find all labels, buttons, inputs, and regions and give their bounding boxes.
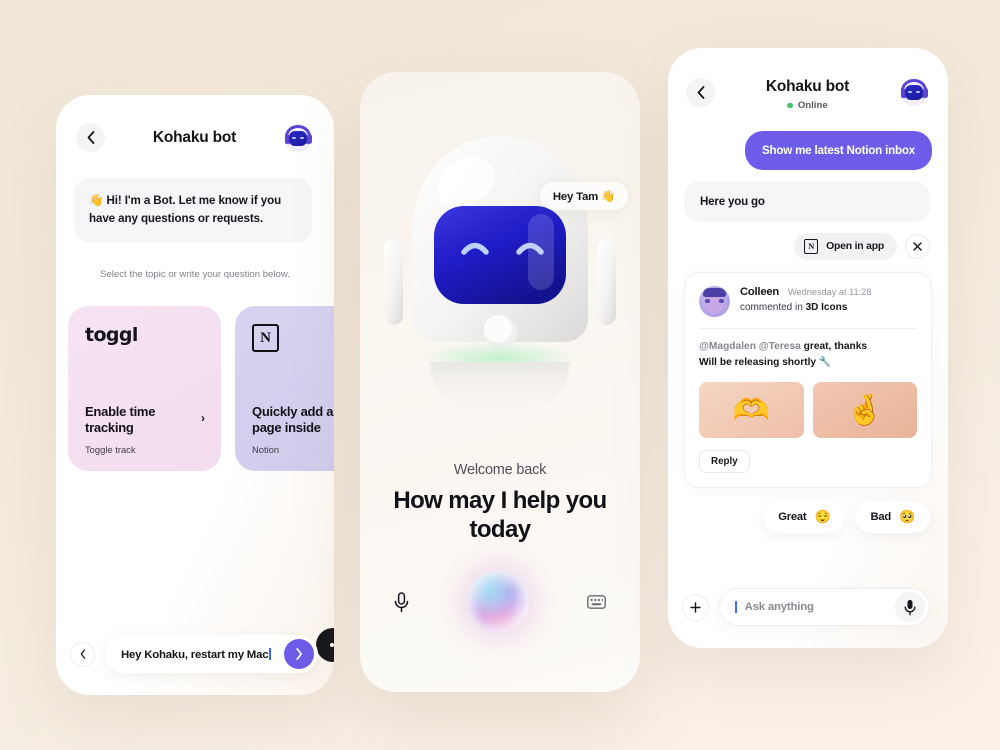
reaction-label: Great — [778, 510, 807, 523]
topic-card-notion[interactable]: N Quickly add a page inside Notion — [235, 306, 334, 472]
notion-logo: N — [252, 324, 279, 353]
composer-right: Ask anything — [668, 588, 948, 626]
3d-hands-heart-icon: 🫶 — [732, 393, 770, 427]
chevron-left-icon — [80, 649, 85, 659]
back-button[interactable] — [76, 123, 105, 152]
user-avatar-colleen — [699, 286, 730, 317]
notion-logo: N — [804, 239, 819, 254]
comment-attachments: 🫶 🤞 — [699, 381, 917, 438]
comment-body: @Magdalen @Teresa great, thanks Will be … — [699, 339, 917, 371]
comment-text-line2: Will be releasing shortly 🔧 — [699, 356, 832, 368]
bot-avatar-icon[interactable] — [900, 78, 928, 106]
back-button[interactable] — [686, 78, 715, 107]
microphone-button[interactable] — [895, 592, 925, 622]
phone-screen-right: Kohaku bot Online Show me latest Notion … — [668, 48, 948, 648]
welcome-block: Welcome back How may I help you today — [360, 462, 640, 545]
voice-orb-icon[interactable] — [467, 571, 529, 633]
welcome-title: How may I help you today — [393, 487, 607, 544]
text-caret — [735, 601, 737, 613]
user-message-bubble: Show me latest Notion inbox — [744, 131, 932, 170]
send-button[interactable] — [284, 639, 314, 669]
add-attachment-button[interactable] — [682, 593, 709, 621]
reply-button[interactable]: Reply — [699, 449, 750, 473]
microphone-button[interactable] — [394, 591, 409, 613]
card-subtitle: Notion — [252, 444, 280, 456]
text-caret — [269, 647, 271, 660]
reaction-bad-button[interactable]: Bad 🥺 — [855, 500, 930, 533]
voice-controls — [360, 562, 640, 642]
attachment-thumbnail[interactable]: 🫶 — [699, 381, 804, 438]
notification-card[interactable]: Colleen Wednesday at 11:28 commented in … — [684, 272, 932, 488]
message-input-right[interactable]: Ask anything — [719, 588, 930, 626]
open-in-app-button[interactable]: N Open in app — [794, 233, 897, 260]
chevron-left-icon — [87, 131, 94, 144]
comment-context: commented in 3D Icons — [740, 302, 848, 313]
page-title: Kohaku bot — [765, 78, 850, 95]
speech-bubble: Hey Tam 👋 — [539, 182, 628, 210]
card-title: Enable time tracking — [85, 403, 156, 436]
composer-left: Hey Kohaku, restart my Mac — [56, 635, 334, 673]
reaction-great-button[interactable]: Great 😌 — [763, 500, 846, 533]
keyboard-button[interactable] — [587, 595, 606, 609]
microphone-icon — [394, 591, 409, 612]
reaction-label: Bad — [870, 510, 891, 523]
pleading-face-emoji: 🥺 — [899, 508, 915, 524]
3d-robot-mascot — [360, 114, 640, 444]
keyboard-icon — [587, 595, 606, 609]
reaction-chips: Great 😌 Bad 🥺 — [668, 500, 930, 533]
card-subtitle: Toggle track — [85, 444, 136, 456]
online-dot-icon — [787, 102, 793, 109]
phone-screen-left: Kohaku bot 👋 Hi! I'm a Bot. Let me know … — [56, 95, 334, 695]
topic-card-toggl[interactable]: toggl › Enable time tracking Toggle trac… — [68, 306, 221, 472]
header-right: Kohaku bot Online — [668, 48, 948, 111]
topic-cards-carousel[interactable]: toggl › Enable time tracking Toggle trac… — [68, 306, 334, 472]
comment-mentions: @Magdalen @Teresa — [699, 341, 801, 352]
status-badge: Online — [725, 100, 890, 111]
message-input-value: Hey Kohaku, restart my Mac — [121, 648, 269, 661]
welcome-subtitle: Welcome back — [453, 462, 547, 478]
bot-avatar-icon[interactable] — [284, 123, 312, 152]
page-title: Kohaku bot — [152, 128, 237, 146]
comment-target: 3D Icons — [805, 302, 848, 313]
attachment-thumbnail[interactable]: 🤞 — [812, 381, 917, 438]
comment-timestamp: Wednesday at 11:28 — [788, 287, 872, 297]
topic-hint: Select the topic or write your question … — [100, 268, 290, 280]
chevron-left-icon — [697, 86, 704, 99]
composer-back-button[interactable] — [70, 641, 95, 667]
close-button[interactable] — [905, 234, 930, 259]
microphone-icon — [904, 599, 916, 615]
plus-icon — [690, 601, 701, 613]
toggl-logo: toggl — [85, 324, 138, 347]
comment-text: great, thanks — [803, 341, 868, 352]
header-left: Kohaku bot — [56, 95, 334, 152]
status-text: Online — [797, 100, 828, 111]
phone-screen-middle: Hey Tam 👋 Welcome back How may I help yo… — [360, 72, 640, 692]
card-arrow-icon: › — [201, 411, 205, 426]
divider — [699, 328, 917, 329]
close-icon — [913, 242, 922, 251]
open-in-app-label: Open in app — [826, 241, 884, 252]
chevron-right-icon — [296, 648, 303, 660]
commenter-name: Colleen — [740, 286, 780, 298]
relieved-face-emoji: 😌 — [814, 508, 831, 524]
message-input-placeholder: Ask anything — [744, 601, 814, 613]
3d-hand-finger-heart-icon: 🤞 — [846, 393, 884, 427]
card-title: Quickly add a page inside — [252, 403, 334, 436]
open-in-app-row: N Open in app — [668, 233, 930, 260]
bot-message-bubble: Here you go — [684, 181, 930, 222]
robot-illustration — [384, 136, 616, 420]
bot-message-bubble: 👋 Hi! I'm a Bot. Let me know if you have… — [74, 178, 312, 243]
message-input-left[interactable]: Hey Kohaku, restart my Mac — [105, 635, 318, 673]
